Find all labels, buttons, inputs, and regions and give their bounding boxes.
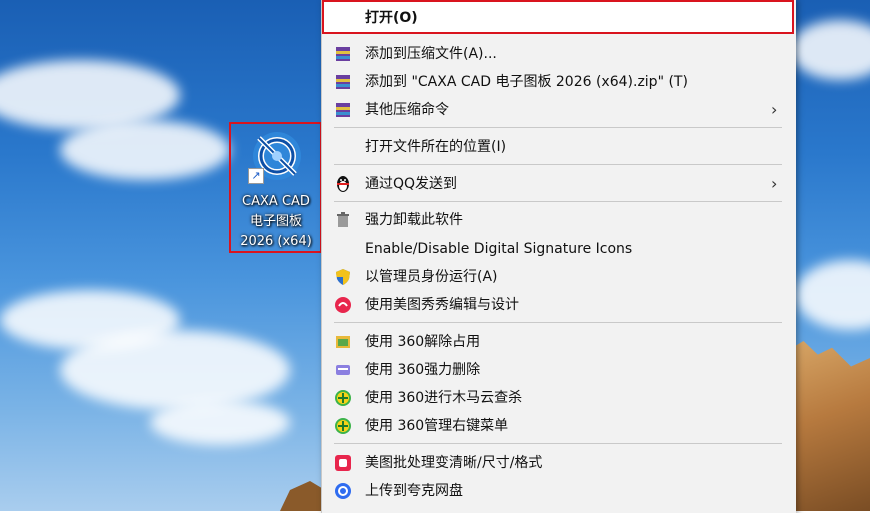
menu-item-label: 打开(O) <box>365 10 418 26</box>
360-guard-icon <box>335 418 351 434</box>
menu-item-meitu-edit[interactable]: 使用美图秀秀编辑与设计 <box>322 291 796 319</box>
360-shredder-icon <box>336 365 350 375</box>
desktop-icon-label: CAXA CAD 电子图板 2026 (x64) <box>233 192 319 252</box>
menu-item-label: 使用 360管理右键菜单 <box>365 418 509 434</box>
desktop-shortcut-caxa[interactable]: ↗ CAXA CAD 电子图板 2026 (x64) <box>229 122 322 253</box>
menu-item-label: 美图批处理变清晰/尺寸/格式 <box>365 455 543 471</box>
menu-item-run-as-admin[interactable]: 以管理员身份运行(A) <box>322 263 796 291</box>
shortcut-arrow-icon: ↗ <box>248 168 264 184</box>
menu-item-label: 使用 360强力删除 <box>365 362 481 378</box>
chevron-right-icon: › <box>771 100 778 119</box>
360-unlock-icon <box>336 336 350 348</box>
trash-icon <box>337 212 349 227</box>
icon-label-line: 电子图板 <box>249 214 302 229</box>
icon-label-line: 2026 (x64) <box>240 234 312 249</box>
menu-item-label: 通过QQ发送到 <box>365 176 458 192</box>
menu-item-add-to-zip[interactable]: 添加到 "CAXA CAD 电子图板 2026 (x64).zip" (T) <box>322 68 796 96</box>
menu-item-360-delete[interactable]: 使用 360强力删除 <box>322 356 796 384</box>
menu-separator <box>334 164 782 165</box>
cloud <box>795 260 870 330</box>
cloud <box>150 400 290 445</box>
menu-separator <box>334 443 782 444</box>
menu-item-360-trojan-scan[interactable]: 使用 360进行木马云查杀 <box>322 384 796 412</box>
menu-item-meitu-batch[interactable]: 美图批处理变清晰/尺寸/格式 <box>322 449 796 477</box>
menu-item-other-compress[interactable]: 其他压缩命令 › <box>322 96 796 124</box>
menu-item-label: 打开文件所在的位置(I) <box>365 139 507 155</box>
menu-item-label: 添加到 "CAXA CAD 电子图板 2026 (x64).zip" (T) <box>365 74 688 90</box>
uac-shield-icon <box>336 269 350 285</box>
menu-item-360-manage-menu[interactable]: 使用 360管理右键菜单 <box>322 412 796 440</box>
menu-item-label: 使用 360进行木马云查杀 <box>365 390 523 406</box>
context-menu: 打开(O) 添加到压缩文件(A)... 添加到 "CAXA CAD 电子图板 2… <box>321 0 796 513</box>
winrar-archive-icon <box>336 47 350 61</box>
menu-separator <box>334 127 782 128</box>
menu-item-force-uninstall[interactable]: 强力卸载此软件 <box>322 206 796 234</box>
meitu-icon <box>335 297 351 313</box>
winrar-archive-icon <box>336 103 350 117</box>
menu-item-label: 使用 360解除占用 <box>365 334 481 350</box>
menu-item-upload-quark[interactable]: 上传到夸克网盘 <box>322 477 796 505</box>
menu-item-label: 以管理员身份运行(A) <box>365 269 498 285</box>
menu-item-digital-signature[interactable]: Enable/Disable Digital Signature Icons <box>322 235 796 263</box>
cloud <box>60 330 290 410</box>
cloud <box>60 120 230 180</box>
menu-item-label: 使用美图秀秀编辑与设计 <box>365 297 519 313</box>
chevron-right-icon: › <box>771 174 778 193</box>
meitu-batch-icon <box>335 455 351 471</box>
menu-item-label: 添加到压缩文件(A)... <box>365 46 497 62</box>
menu-separator <box>334 322 782 323</box>
360-guard-icon <box>335 390 351 406</box>
cloud <box>790 20 870 80</box>
menu-item-send-qq[interactable]: 通过QQ发送到 › <box>322 170 796 198</box>
menu-item-360-unlock[interactable]: 使用 360解除占用 <box>322 328 796 356</box>
qq-penguin-icon <box>337 176 349 192</box>
menu-item-label: 强力卸载此软件 <box>365 212 463 228</box>
quark-cloud-icon <box>335 483 351 499</box>
menu-item-open-location[interactable]: 打开文件所在的位置(I) <box>322 133 796 161</box>
menu-item-label: Enable/Disable Digital Signature Icons <box>365 241 633 257</box>
menu-item-label: 上传到夸克网盘 <box>365 483 463 499</box>
menu-item-open[interactable]: 打开(O) <box>322 0 794 34</box>
menu-separator <box>334 201 782 202</box>
icon-label-line: CAXA CAD <box>242 194 310 209</box>
winrar-archive-icon <box>336 75 350 89</box>
menu-item-label: 其他压缩命令 <box>365 102 449 118</box>
menu-item-add-to-archive[interactable]: 添加到压缩文件(A)... <box>322 40 796 68</box>
